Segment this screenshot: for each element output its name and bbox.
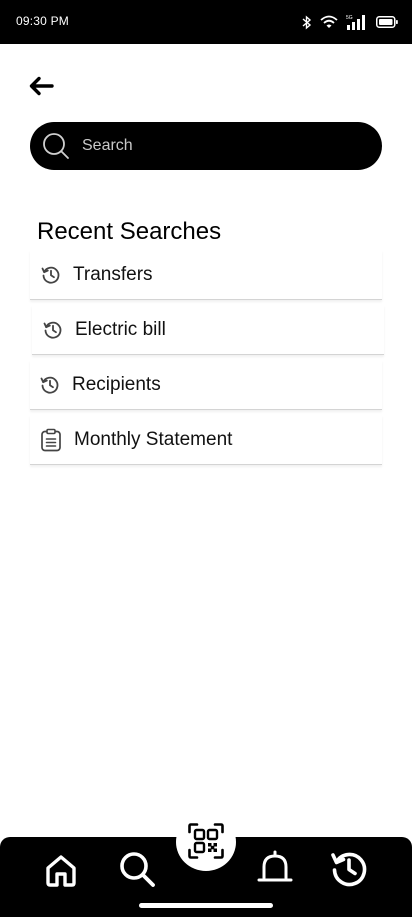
history-icon — [40, 264, 62, 286]
qr-scan-button[interactable] — [176, 813, 236, 871]
battery-icon — [376, 16, 398, 28]
status-bar: 09:30 PM 5G — [0, 0, 412, 44]
recent-searches-screen: 09:30 PM 5G Search Recent Searches Trans… — [0, 0, 412, 917]
svg-text:5G: 5G — [346, 15, 353, 21]
home-icon — [43, 852, 79, 893]
nav-history-button[interactable] — [327, 849, 371, 893]
recent-item-recipients[interactable]: Recipients — [30, 360, 382, 410]
nav-home-button[interactable] — [40, 851, 82, 893]
history-icon — [39, 374, 61, 396]
search-bar[interactable] — [30, 122, 382, 170]
history-icon — [330, 850, 368, 893]
recent-item-electric-bill[interactable]: Electric bill — [32, 305, 384, 355]
search-input[interactable] — [82, 122, 362, 170]
qr-code-icon — [188, 823, 224, 864]
nav-search-button[interactable] — [115, 849, 159, 893]
status-icons: 5G — [302, 12, 398, 32]
home-indicator — [139, 903, 273, 908]
recent-item-label: Recipients — [72, 373, 161, 395]
back-button[interactable] — [26, 74, 56, 102]
history-icon — [42, 319, 64, 341]
recent-item-label: Monthly Statement — [74, 428, 233, 450]
nav-notifications-button[interactable] — [253, 849, 297, 893]
signal-5g-icon: 5G — [346, 14, 368, 30]
recent-item-label: Electric bill — [75, 318, 166, 340]
arrow-left-icon — [28, 76, 54, 101]
status-time: 09:30 PM — [16, 14, 69, 28]
bell-icon — [255, 849, 295, 894]
recent-searches-title: Recent Searches — [37, 218, 222, 245]
clipboard-icon — [39, 428, 63, 452]
search-icon — [118, 850, 156, 893]
wifi-icon — [320, 15, 338, 29]
recent-item-monthly-statement[interactable]: Monthly Statement — [30, 415, 382, 465]
recent-item-transfers[interactable]: Transfers — [30, 250, 382, 300]
bluetooth-icon — [302, 14, 312, 30]
search-icon — [42, 132, 70, 160]
recent-item-label: Transfers — [73, 263, 153, 285]
